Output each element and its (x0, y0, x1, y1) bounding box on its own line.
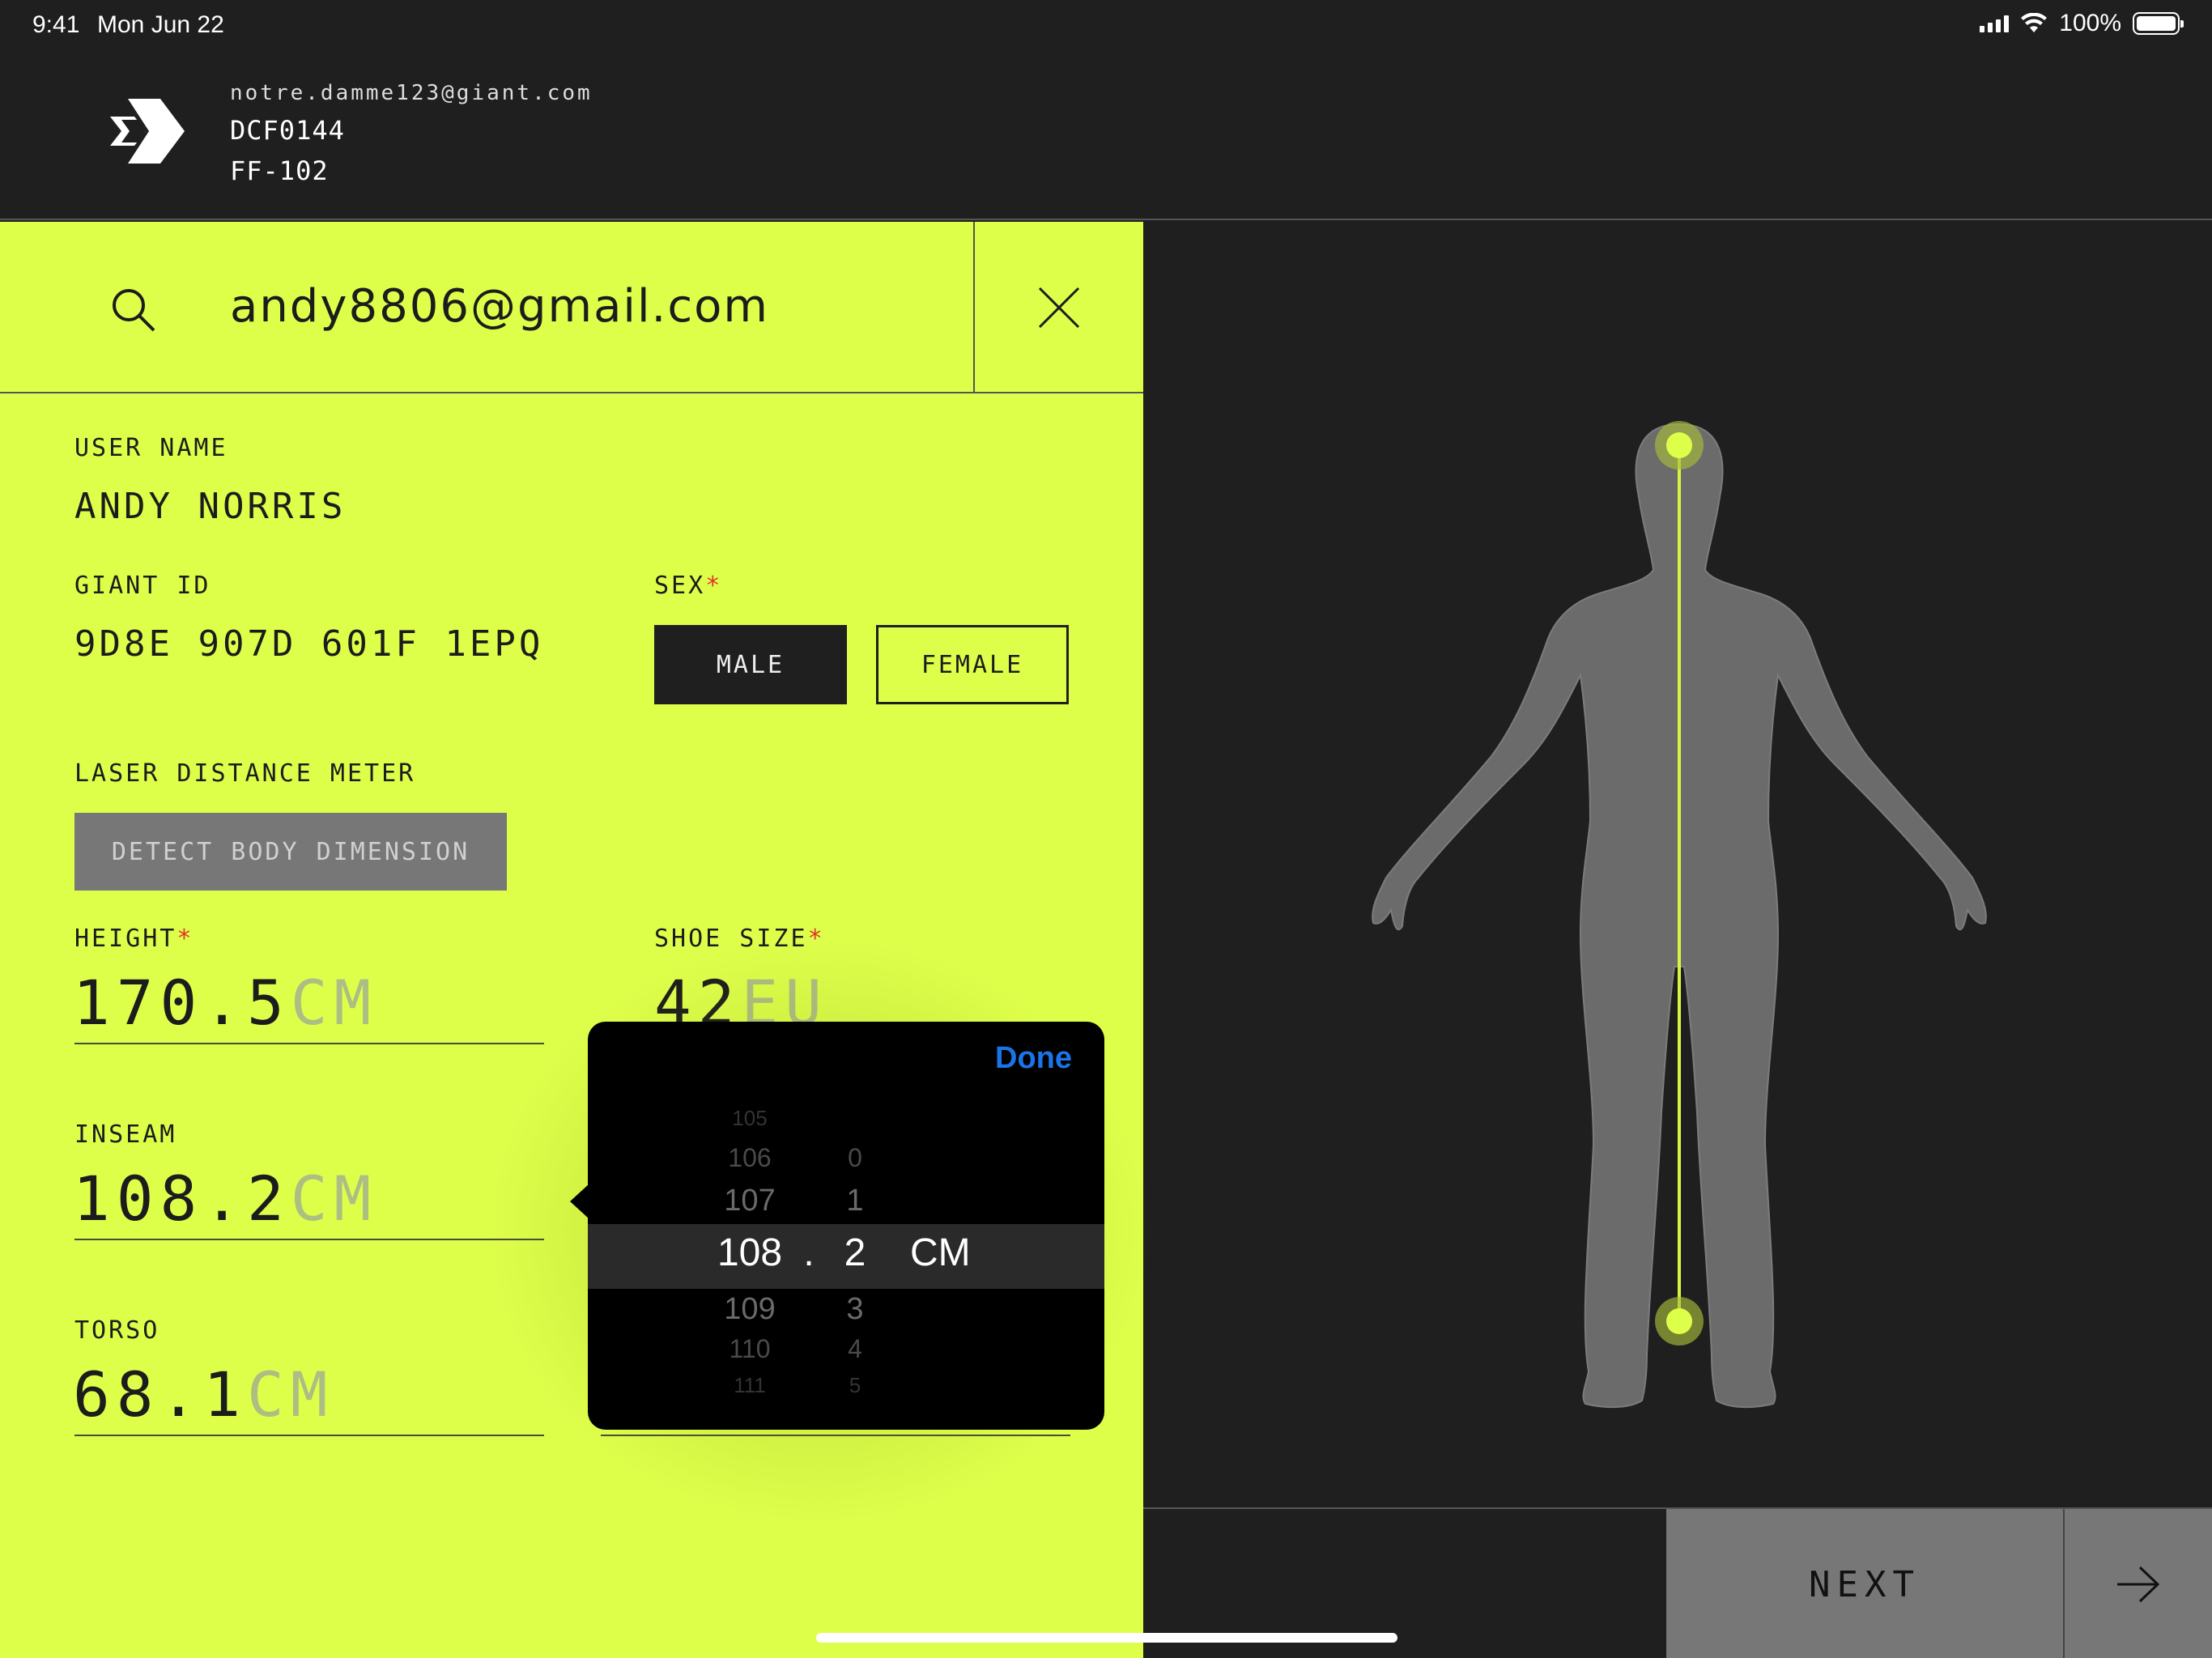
inseam-label: INSEAM (74, 1120, 177, 1149)
account-info: notre.damme123@giant.com DCF0144 FF-102 (230, 81, 593, 186)
picker-decimal-option[interactable]: 3 (831, 1292, 879, 1327)
arrow-right-icon (2117, 1566, 2160, 1603)
picker-integer-option[interactable]: 107 (685, 1184, 815, 1218)
body-preview-panel (1143, 222, 2212, 1509)
brand-logo-icon (110, 99, 185, 164)
picker-integer-option[interactable]: 105 (685, 1106, 815, 1131)
picker-integer-option[interactable]: 110 (685, 1334, 815, 1364)
picker-integer-selected[interactable]: 108 (685, 1231, 815, 1275)
cellular-signal-icon (1980, 15, 2010, 32)
height-underline (74, 1043, 544, 1044)
picker-integer-option[interactable]: 111 (685, 1373, 815, 1398)
user-name-label: USER NAME (74, 434, 228, 462)
status-indicators: 100% (1980, 10, 2184, 37)
torso-input[interactable]: 68.1CM (73, 1358, 334, 1439)
app-header: notre.damme123@giant.com DCF0144 FF-102 (0, 50, 2212, 220)
home-indicator[interactable] (816, 1633, 1397, 1643)
inseam-picker-popover: Done 105 106 107 108 109 110 111 . 0 1 2… (588, 1022, 1104, 1430)
height-unit: CM (290, 967, 378, 1039)
torso-unit: CM (247, 1358, 334, 1431)
battery-percent: 100% (2059, 10, 2121, 36)
sex-label: SEX* (654, 572, 723, 600)
sex-male-button[interactable]: MALE (654, 625, 847, 704)
bottom-marker (1666, 1308, 1692, 1334)
search-bar: andy8806@gmail.com (0, 222, 1143, 393)
search-icon (113, 289, 155, 332)
torso-underline (74, 1435, 544, 1436)
inseam-input[interactable]: 108.2CM (73, 1163, 377, 1244)
search-input[interactable]: andy8806@gmail.com (230, 280, 769, 333)
dealer-code: DCF0144 (230, 115, 345, 146)
laser-distance-label: LASER DISTANCE METER (74, 759, 416, 788)
wifi-icon (2021, 13, 2048, 32)
height-input[interactable]: 170.5CM (73, 967, 377, 1048)
picker-done-button[interactable]: Done (995, 1041, 1072, 1076)
picker-pointer (570, 1184, 589, 1219)
close-icon (1038, 287, 1080, 329)
picker-decimal-option[interactable]: 5 (831, 1373, 879, 1398)
sex-female-button[interactable]: FEMALE (876, 625, 1069, 704)
body-silhouette (1372, 421, 1987, 1409)
status-time: 9:41 (32, 11, 80, 38)
account-email: notre.damme123@giant.com (230, 81, 593, 105)
picker-decimal-option[interactable]: 4 (831, 1334, 879, 1364)
torso-label: TORSO (74, 1316, 160, 1345)
giant-id-label: GIANT ID (74, 572, 211, 600)
detect-body-dimension-button[interactable]: DETECT BODY DIMENSION (74, 813, 507, 891)
next-button[interactable]: NEXT (1666, 1509, 2063, 1658)
picker-decimal-option[interactable]: 0 (831, 1143, 879, 1173)
picker-decimal-selected[interactable]: 2 (831, 1231, 879, 1275)
next-arrow-button[interactable] (2063, 1509, 2212, 1658)
station-code: FF-102 (230, 155, 329, 186)
picker-decimal-separator: . (803, 1231, 815, 1274)
picker-integer-option[interactable]: 106 (685, 1143, 815, 1173)
user-name-value: ANDY NORRIS (74, 486, 347, 527)
picker-integer-option[interactable]: 109 (685, 1292, 815, 1327)
battery-icon (2133, 12, 2184, 35)
height-label: HEIGHT* (74, 925, 194, 953)
clear-search-button[interactable] (973, 222, 1143, 393)
top-marker (1666, 432, 1692, 458)
inseam-unit: CM (290, 1163, 378, 1235)
giant-id-value: 9D8E 907D 601F 1EPQ (74, 623, 544, 665)
picker-decimal-option[interactable]: 1 (831, 1184, 879, 1218)
status-bar: 9:41 Mon Jun 22 100% (0, 0, 2212, 50)
picker-unit: CM (910, 1231, 971, 1274)
status-date: Mon Jun 22 (97, 11, 224, 38)
